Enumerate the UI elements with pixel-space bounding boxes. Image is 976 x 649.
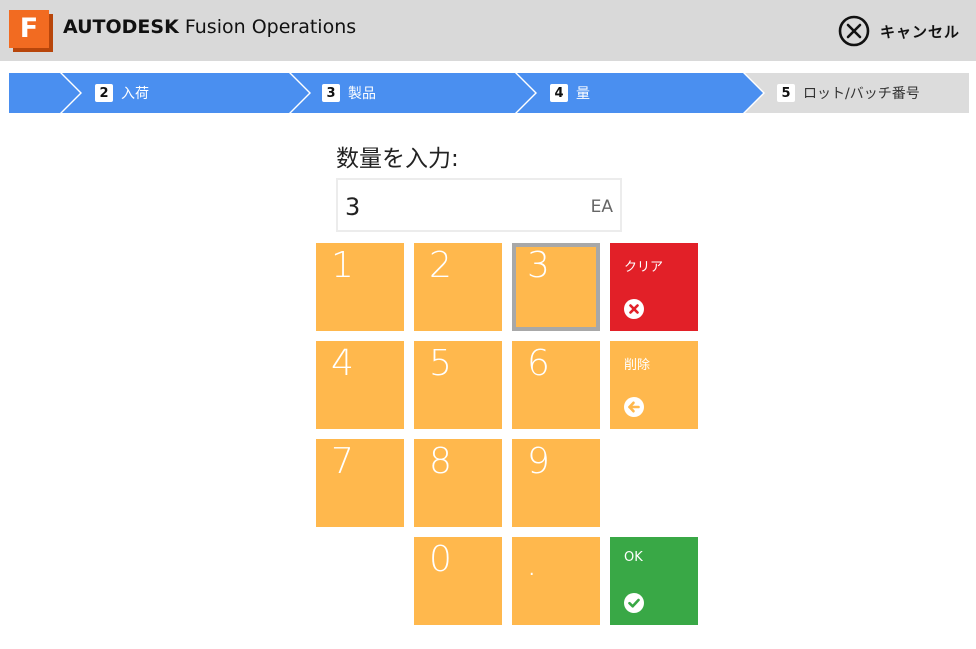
step-number: 3: [322, 84, 340, 102]
app-header: F AUTODESK Fusion Operations キャンセル: [0, 0, 976, 61]
key-digit: 2: [429, 245, 452, 286]
key-0[interactable]: 0: [414, 537, 502, 625]
close-circle-icon: [838, 15, 870, 47]
quantity-field[interactable]: 3 EA: [336, 178, 622, 232]
cancel-label: キャンセル: [879, 22, 960, 41]
key-digit: 4: [331, 343, 354, 384]
app-title: AUTODESK Fusion Operations: [63, 16, 356, 38]
key-digit: 0: [429, 539, 452, 580]
quantity-value: 3: [345, 193, 361, 221]
delete-button[interactable]: 削除: [610, 341, 698, 429]
checkmark-icon: [624, 593, 644, 613]
key-digit: 8: [429, 441, 452, 482]
key-digit: .: [526, 543, 538, 584]
clear-x-icon: [624, 299, 644, 319]
step-number: 5: [777, 84, 795, 102]
key-9[interactable]: 9: [512, 439, 600, 527]
brand-name: AUTODESK: [63, 16, 179, 38]
key-digit: 3: [527, 245, 550, 286]
step-label: 入荷: [121, 86, 149, 102]
key-decimal[interactable]: .: [512, 537, 600, 625]
key-1[interactable]: 1: [316, 243, 404, 331]
fusion-logo: F: [9, 10, 53, 52]
key-digit: 1: [331, 245, 354, 286]
step-product[interactable]: 3 製品: [322, 73, 376, 113]
key-2[interactable]: 2: [414, 243, 502, 331]
key-4[interactable]: 4: [316, 341, 404, 429]
key-7[interactable]: 7: [316, 439, 404, 527]
delete-label: 削除: [624, 358, 651, 373]
key-5[interactable]: 5: [414, 341, 502, 429]
ok-button[interactable]: OK: [610, 537, 698, 625]
ok-label: OK: [624, 550, 643, 565]
step-receiving[interactable]: 2 入荷: [95, 73, 149, 113]
key-3[interactable]: 3: [512, 243, 600, 331]
key-digit: 7: [331, 441, 354, 482]
key-8[interactable]: 8: [414, 439, 502, 527]
clear-label: クリア: [624, 260, 664, 275]
quantity-prompt: 数量を入力:: [336, 146, 459, 172]
step-quantity[interactable]: 4 量: [550, 73, 590, 113]
backspace-arrow-icon: [624, 397, 644, 417]
step-progress-bar: 2 入荷 3 製品 4 量 5 ロット/バッチ番号: [9, 73, 969, 113]
step-label: 製品: [348, 86, 376, 102]
key-digit: 9: [527, 441, 550, 482]
product-name: Fusion Operations: [184, 16, 357, 38]
step-label: ロット/バッチ番号: [803, 86, 920, 102]
key-digit: 5: [429, 343, 452, 384]
step-lot-batch: 5 ロット/バッチ番号: [777, 73, 920, 113]
key-digit: 6: [527, 343, 550, 384]
step-number: 4: [550, 84, 568, 102]
key-6[interactable]: 6: [512, 341, 600, 429]
quantity-unit: EA: [590, 197, 613, 217]
clear-button[interactable]: クリア: [610, 243, 698, 331]
step-label: 量: [576, 86, 590, 102]
cancel-button[interactable]: キャンセル: [838, 15, 960, 47]
step-number: 2: [95, 84, 113, 102]
